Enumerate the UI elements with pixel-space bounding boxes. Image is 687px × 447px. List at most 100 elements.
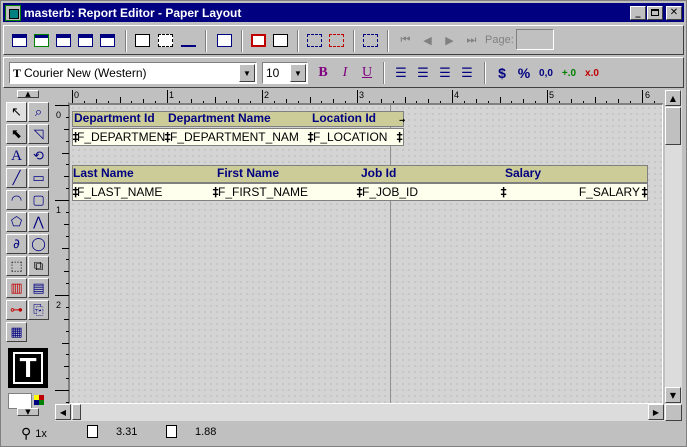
preview-button[interactable] xyxy=(97,30,118,50)
page-number-field[interactable] xyxy=(516,29,554,50)
reshape-icon: ◹ xyxy=(33,126,44,142)
first-page-button[interactable]: ⏮ xyxy=(395,30,416,50)
header-button[interactable] xyxy=(178,30,199,50)
frame-select-tool[interactable]: ⬉ xyxy=(6,124,27,144)
group-button[interactable] xyxy=(360,30,381,50)
margin-button[interactable] xyxy=(155,30,176,50)
reshape-tool[interactable]: ◹ xyxy=(28,124,49,144)
header-label-last-name[interactable]: Last Name xyxy=(73,166,134,180)
close-button[interactable]: ✕ xyxy=(666,5,682,20)
text-tool[interactable]: A xyxy=(6,146,27,166)
currency-button[interactable]: $ xyxy=(492,63,512,83)
vertical-scrollbar[interactable]: ▲ ▼ xyxy=(665,90,682,404)
data-model-button[interactable] xyxy=(53,30,74,50)
underline-button[interactable]: U xyxy=(357,63,377,83)
align-right-button[interactable]: ☰ xyxy=(435,63,455,83)
magnify-tool[interactable]: ⌕ xyxy=(28,102,49,122)
vertical-scroll-thumb[interactable] xyxy=(665,107,681,145)
open-button[interactable] xyxy=(31,30,52,50)
font-dropdown-button[interactable]: ▼ xyxy=(239,64,255,82)
ruler-label: 1 xyxy=(56,205,62,215)
field-location-id[interactable]: F_LOCATION xyxy=(313,128,395,146)
ellipse-tool[interactable]: ◯ xyxy=(28,234,49,254)
insert-button[interactable] xyxy=(214,30,235,50)
rounded-rectangle-tool[interactable]: ▢ xyxy=(28,190,49,210)
polygon-tool[interactable]: ⬠ xyxy=(6,212,27,232)
body-button[interactable] xyxy=(132,30,153,50)
horizontal-scrollbar[interactable]: ◀ ▶ xyxy=(55,404,665,421)
field-job-id[interactable]: F_JOB_ID xyxy=(362,183,492,201)
rectangle-tool[interactable]: ▭ xyxy=(28,168,49,188)
header-label-department-name[interactable]: Department Name xyxy=(168,111,271,125)
align-left-button[interactable]: ☰ xyxy=(391,63,411,83)
chart-icon: ▥ xyxy=(10,280,23,296)
confine-button[interactable] xyxy=(248,30,269,50)
report-editor-window: masterb: Report Editor - Paper Layout _ … xyxy=(0,0,687,447)
chart-tool[interactable]: ▥ xyxy=(6,278,27,298)
button-tool[interactable]: ▦ xyxy=(6,322,27,342)
frame-tool[interactable]: ⬚ xyxy=(6,256,27,276)
align-center-button[interactable]: ☰ xyxy=(413,63,433,83)
minimize-button[interactable]: _ xyxy=(630,5,646,20)
header-label-department-id[interactable]: Department Id xyxy=(74,111,155,125)
field-tool[interactable]: ▤ xyxy=(28,278,49,298)
ruler-label: 4 xyxy=(454,90,460,100)
paper-layout-canvas[interactable]: Department Id Department Name Location I… xyxy=(69,104,663,404)
header-label-salary[interactable]: Salary xyxy=(505,166,541,180)
font-size-dropdown-button[interactable]: ▼ xyxy=(290,64,306,82)
palette-scroll-down[interactable]: ▼ xyxy=(17,408,39,416)
select-children-button[interactable] xyxy=(326,30,347,50)
scroll-down-button[interactable]: ▼ xyxy=(665,387,681,403)
confine-icon xyxy=(251,33,266,47)
italic-button[interactable]: I xyxy=(335,63,355,83)
rotate-tool[interactable]: ⟲ xyxy=(28,146,49,166)
add-decimal-button[interactable]: +.0 xyxy=(559,63,579,83)
field-first-name[interactable]: F_FIRST_NAME xyxy=(218,183,348,201)
palette-scroll-up[interactable]: ▲ xyxy=(17,90,39,98)
font-size-combo[interactable]: 10 ▼ xyxy=(262,62,308,84)
select-tool[interactable]: ↖ xyxy=(6,102,27,122)
line-tool[interactable]: ╱ xyxy=(6,168,27,188)
repeating-frame-tool[interactable]: ⧉ xyxy=(28,256,49,276)
open-icon xyxy=(34,33,49,47)
justify-button[interactable]: ☰ xyxy=(457,63,477,83)
font-name-combo[interactable]: T Courier New (Western) ▼ xyxy=(9,62,257,84)
polyline-tool[interactable]: ⋀ xyxy=(28,212,49,232)
field-department-name[interactable]: F_DEPARTMENT_NAM xyxy=(170,128,308,146)
file-link-tool[interactable]: ⎘ xyxy=(28,300,49,320)
preview-icon xyxy=(100,33,115,47)
scroll-left-button[interactable]: ◀ xyxy=(55,404,71,420)
header-label-job-id[interactable]: Job Id xyxy=(361,166,396,180)
magnify-icon: ⚲ xyxy=(21,425,32,441)
remove-decimal-button[interactable]: x.0 xyxy=(582,63,602,83)
freehand-tool[interactable]: ∂ xyxy=(6,234,27,254)
commas-button[interactable]: 0,0 xyxy=(536,63,556,83)
select-parent-button[interactable] xyxy=(304,30,325,50)
close-icon: ✕ xyxy=(669,7,679,18)
font-size-value: 10 xyxy=(266,66,280,80)
previous-page-button[interactable]: ◀ xyxy=(417,30,438,50)
header-label-location-id[interactable]: Location Id xyxy=(312,111,376,125)
next-page-button[interactable]: ▶ xyxy=(439,30,460,50)
flex-button[interactable] xyxy=(270,30,291,50)
color-palette-icon[interactable] xyxy=(34,395,44,405)
field-salary[interactable]: F_SALARY xyxy=(506,183,640,201)
anchor-tool[interactable]: ⊶ xyxy=(6,300,27,320)
header-label-first-name[interactable]: First Name xyxy=(217,166,279,180)
run-button[interactable] xyxy=(75,30,96,50)
vertical-ruler: 0 1 2 xyxy=(55,102,69,404)
fill-color-swatch[interactable] xyxy=(8,393,32,409)
field-last-name[interactable]: F_LAST_NAME xyxy=(77,183,207,201)
arc-tool[interactable]: ◠ xyxy=(6,190,27,210)
new-report-button[interactable] xyxy=(9,30,30,50)
bold-button[interactable]: B xyxy=(313,63,333,83)
horizontal-scroll-thumb[interactable] xyxy=(72,404,81,420)
separator xyxy=(484,62,486,84)
scroll-up-button[interactable]: ▲ xyxy=(665,90,681,106)
scroll-right-button[interactable]: ▶ xyxy=(648,404,664,420)
last-page-button[interactable]: ⏭ xyxy=(461,30,482,50)
percent-button[interactable]: % xyxy=(514,63,534,83)
field-department-id[interactable]: F_DEPARTMEN xyxy=(77,128,165,146)
employee-header-frame[interactable] xyxy=(72,165,648,183)
maximize-button[interactable] xyxy=(647,5,663,20)
